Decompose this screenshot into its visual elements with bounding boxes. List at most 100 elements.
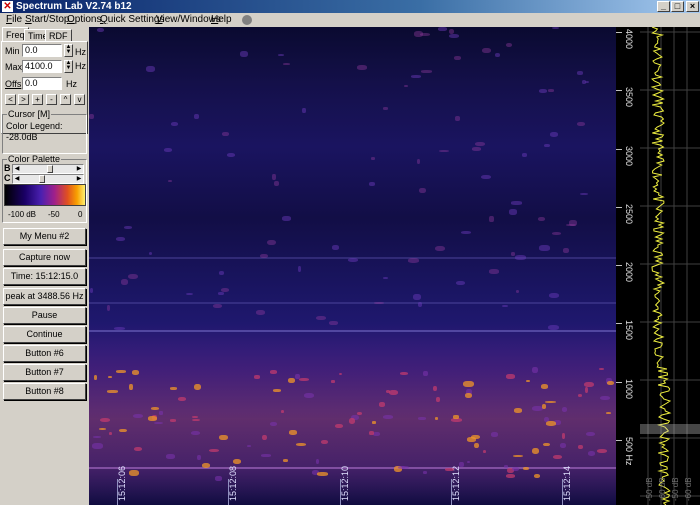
slider-left-arrow-icon[interactable]: ◀: [13, 175, 21, 183]
spectrum-trace-graph: [640, 27, 700, 505]
signal-blob: [413, 31, 424, 37]
signal-blob: [169, 419, 176, 422]
signal-blob: [153, 421, 163, 425]
contrast-slider-thumb[interactable]: [39, 175, 45, 183]
signal-blob: [132, 413, 144, 419]
continue-button[interactable]: Continue: [3, 326, 86, 343]
max-freq-spinner[interactable]: ▲ ▼: [64, 60, 73, 73]
close-button[interactable]: ×: [686, 1, 699, 12]
signal-blob: [383, 277, 388, 280]
menu-help[interactable]: Help: [211, 14, 232, 26]
button-7[interactable]: Button #7: [3, 364, 86, 381]
scope-db-label: -60 dB: [684, 477, 693, 501]
signal-blob: [129, 383, 134, 390]
signal-blob: [256, 309, 265, 315]
brightness-slider-thumb[interactable]: [47, 165, 53, 173]
signal-blob: [543, 442, 550, 447]
signal-blob: [515, 290, 520, 294]
color-palette-bar[interactable]: [4, 184, 86, 206]
scroll-left-button[interactable]: <: [5, 94, 16, 105]
signal-blob: [605, 412, 612, 415]
time-label: 15:12:12: [451, 465, 461, 501]
signal-blob: [220, 288, 230, 292]
palette-scale-mid: -50: [48, 210, 60, 219]
signal-blob: [432, 385, 438, 392]
freq-label: 1500: [624, 320, 634, 341]
min-freq-spinner[interactable]: ▲ ▼: [64, 44, 73, 57]
signal-blob: [563, 248, 569, 254]
scroll-up-button[interactable]: ^: [60, 94, 71, 105]
signal-blob: [382, 414, 393, 419]
signal-blob: [583, 381, 594, 387]
signal-blob: [434, 245, 445, 252]
max-unit: Hz: [75, 61, 86, 71]
signal-blob: [357, 65, 368, 70]
signal-blob: [606, 381, 614, 386]
menu-quick-settings[interactable]: Quick Settings: [100, 14, 164, 26]
signal-blob: [490, 432, 498, 437]
capture-now-button[interactable]: Capture now: [3, 249, 86, 266]
spectrum-scope[interactable]: -50 dB -60 dB -50 dB -60 dB: [640, 27, 700, 505]
signal-blob: [561, 407, 568, 412]
menu-start-stop[interactable]: Start/Stop: [25, 14, 69, 26]
color-legend-value: -28.0dB: [6, 132, 38, 142]
signal-blob: [451, 418, 463, 422]
zoom-out-button[interactable]: -: [46, 94, 57, 105]
brightness-slider[interactable]: ◀ ▶: [12, 164, 84, 174]
color-legend-label: Color Legend:: [6, 121, 63, 131]
menu-options[interactable]: Options: [67, 14, 101, 26]
menu-file[interactable]: File: [6, 14, 22, 26]
button-6[interactable]: Button #6: [3, 345, 86, 362]
signal-blob: [533, 474, 541, 479]
maximize-button[interactable]: □: [671, 1, 684, 12]
scroll-right-button[interactable]: >: [18, 94, 29, 105]
signal-blob: [321, 439, 329, 445]
spectrogram-display[interactable]: 15:12:06 15:12:08 15:12:10 15:12:12 15:1…: [89, 27, 616, 505]
slider-right-arrow-icon[interactable]: ▶: [75, 175, 83, 183]
signal-blob: [559, 442, 567, 449]
max-label: Max: [5, 62, 23, 72]
button-8[interactable]: Button #8: [3, 383, 86, 400]
offs-label[interactable]: Offs: [5, 79, 21, 90]
zoom-in-button[interactable]: +: [32, 94, 43, 105]
signal-blob: [489, 269, 500, 274]
signal-blob: [475, 141, 485, 147]
time-label: 15:12:14: [562, 465, 572, 501]
offset-field[interactable]: 0.0: [22, 77, 62, 90]
signal-blob: [541, 404, 547, 410]
signal-blob: [289, 429, 297, 435]
signal-blob: [304, 392, 315, 398]
minimize-button[interactable]: _: [657, 1, 670, 12]
signal-blob: [526, 379, 531, 383]
signal-blob: [246, 444, 252, 447]
signal-blob: [388, 389, 398, 395]
signal-blob: [398, 466, 409, 469]
signal-blob: [113, 326, 125, 330]
contrast-label: C: [4, 173, 11, 183]
peak-display-button[interactable]: peak at 3488.56 Hz: [3, 288, 86, 305]
my-menu-button[interactable]: My Menu #2: [3, 228, 86, 245]
scroll-down-button[interactable]: v: [74, 94, 85, 105]
signal-blob: [465, 393, 473, 399]
signal-blob: [273, 389, 282, 392]
signal-blob: [92, 443, 103, 449]
time-display-button[interactable]: Time: 15:12:15.0: [3, 268, 86, 285]
max-freq-field[interactable]: 4100.0: [22, 60, 62, 73]
signal-blob: [466, 461, 470, 464]
signal-blob: [417, 417, 426, 420]
pause-button[interactable]: Pause: [3, 307, 86, 324]
signal-blob: [513, 454, 523, 457]
signal-blob: [454, 116, 460, 121]
palette-scale-min: -100 dB: [8, 210, 37, 219]
signal-blob: [576, 71, 583, 75]
min-freq-field[interactable]: 0.0: [22, 44, 62, 57]
contrast-slider[interactable]: ◀ ▶: [12, 174, 84, 184]
signal-blob: [107, 390, 118, 393]
signal-blob: [171, 121, 179, 126]
signal-blob: [116, 237, 125, 242]
signal-blob: [282, 215, 292, 221]
slider-right-arrow-icon[interactable]: ▶: [75, 165, 83, 173]
signal-blob: [587, 450, 596, 456]
slider-left-arrow-icon[interactable]: ◀: [13, 165, 21, 173]
signal-blob: [99, 417, 111, 422]
